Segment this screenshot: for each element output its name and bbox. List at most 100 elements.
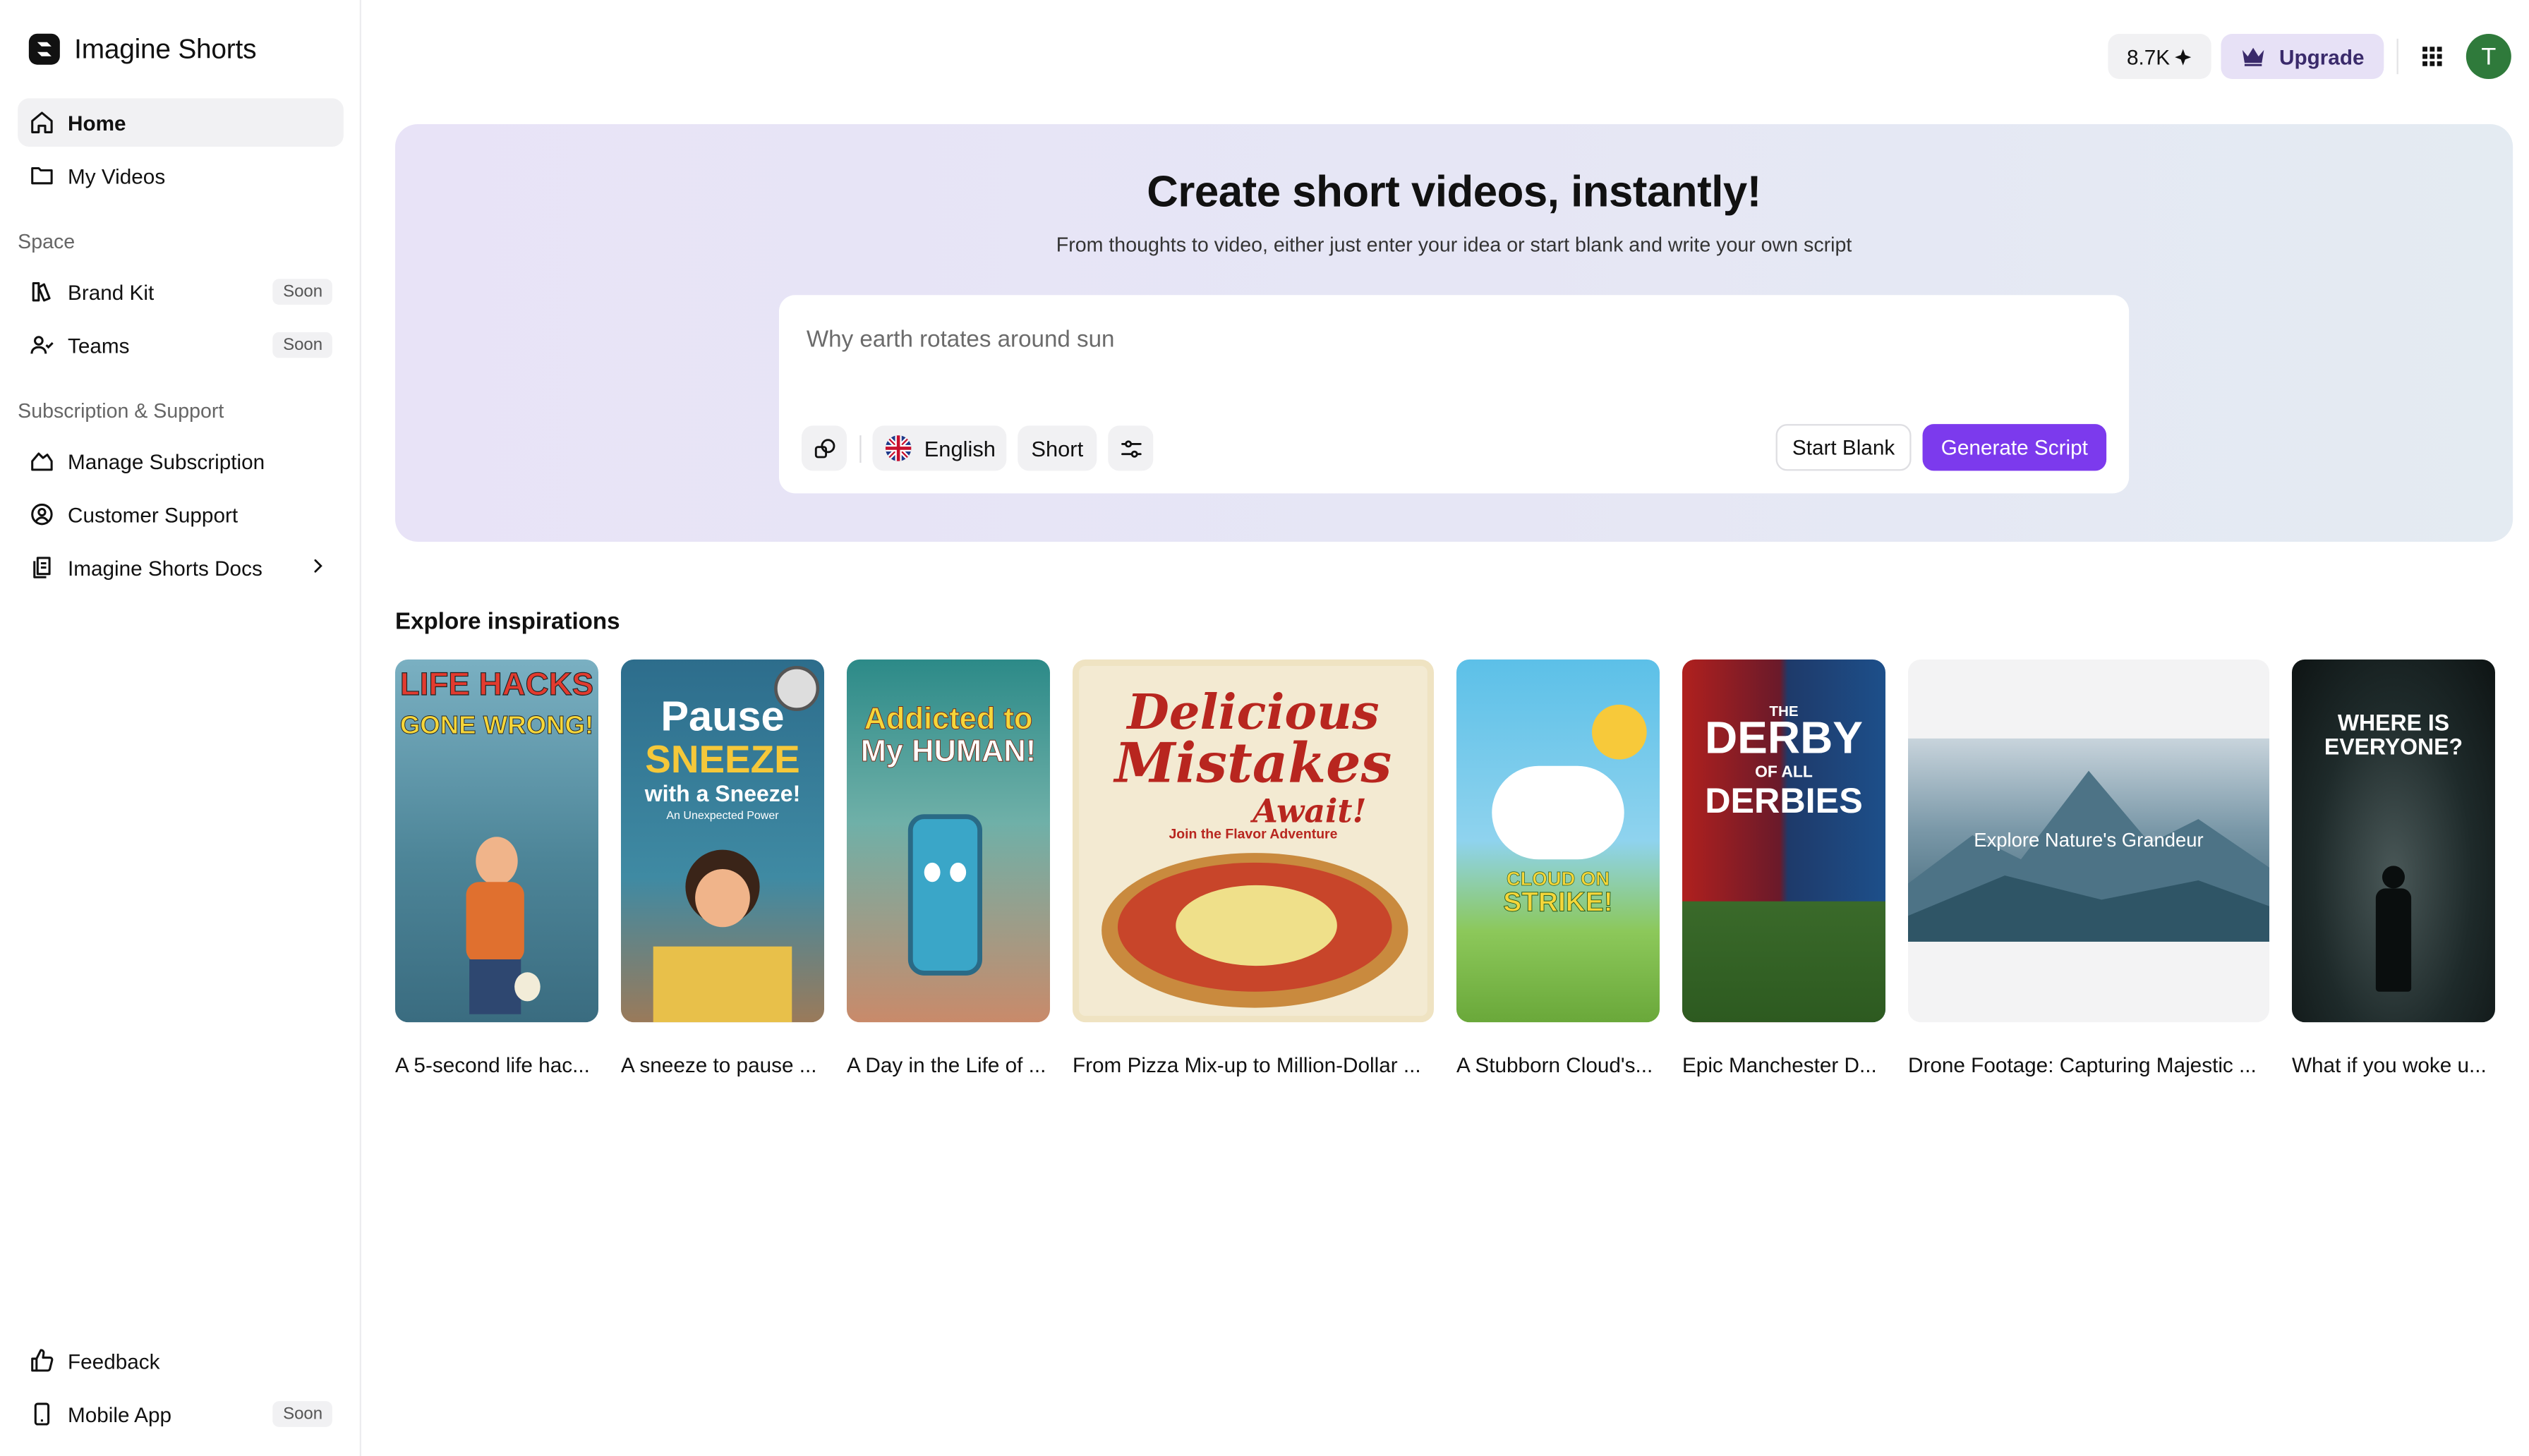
inspiration-card[interactable]: Addicted to My HUMAN!	[846, 659, 1050, 1023]
section-label-space: Space	[18, 230, 76, 253]
teams-icon	[30, 336, 54, 354]
app-root: Imagine Shorts Home My Videos Space Bran…	[0, 0, 2529, 1456]
subscription-icon	[31, 452, 53, 471]
brand-kit-icon	[32, 281, 51, 302]
start-blank-button[interactable]: Start Blank	[1775, 424, 1912, 471]
inspiration-card[interactable]: CLOUD ON STRIKE!	[1456, 659, 1660, 1023]
card-art-tagline: Await!	[1253, 791, 1367, 831]
sidebar-item-docs[interactable]: Imagine Shorts Docs	[18, 543, 344, 592]
sidebar-item-teams[interactable]: Teams Soon	[18, 321, 344, 370]
onion	[514, 972, 541, 1002]
section-label-subscription: Subscription & Support	[18, 399, 224, 423]
credits-value: 8.7K	[2126, 44, 2171, 69]
shapes-icon	[814, 438, 835, 458]
card-art-subtitle: Mistakes	[1114, 732, 1392, 797]
character-legs	[469, 959, 521, 1014]
card-art-caption: An Unexpected Power	[666, 811, 779, 823]
figure-body	[2375, 888, 2412, 992]
sidebar-item-label: Customer Support	[67, 502, 239, 527]
card-art-subtitle: GONE WRONG!	[399, 712, 594, 741]
topbar-divider	[2396, 38, 2398, 75]
length-value: Short	[1031, 436, 1084, 461]
crown-icon	[2243, 47, 2264, 66]
phone-icon	[34, 1402, 50, 1426]
avatar[interactable]: T	[2465, 33, 2511, 79]
settings-button[interactable]	[1108, 425, 1154, 471]
sliders-icon	[1120, 439, 1141, 457]
card-art-subtitle: SNEEZE	[645, 738, 800, 782]
soon-badge: Soon	[273, 1401, 332, 1427]
sidebar-item-label: Imagine Shorts Docs	[67, 555, 262, 580]
sidebar-item-label: Home	[67, 110, 126, 135]
chip-divider	[859, 435, 862, 463]
phone-eye-left	[924, 862, 941, 882]
clock	[774, 665, 820, 711]
phone-eye-right	[950, 862, 967, 882]
sparkle-icon	[2175, 48, 2192, 65]
apps-grid-icon[interactable]	[2418, 42, 2446, 71]
soon-badge: Soon	[273, 279, 332, 305]
character-face	[695, 868, 750, 928]
prompt-box: English Short Start Blank Generate Scrip…	[778, 295, 2130, 494]
inspiration-card[interactable]: WHERE IS EVERYONE?	[2291, 659, 2495, 1023]
credits-button[interactable]: 8.7K	[2108, 33, 2211, 79]
explore-title: Explore inspirations	[394, 609, 620, 636]
hero-panel: Create short videos, instantly! From tho…	[394, 123, 2513, 542]
sidebar-item-label: Brand Kit	[67, 279, 155, 304]
card-art-title: Addicted to	[864, 703, 1033, 737]
upgrade-label: Upgrade	[2278, 44, 2365, 69]
card-caption: Epic Manchester D...	[1682, 1052, 1877, 1077]
pitch	[1682, 901, 1885, 1023]
generate-script-button[interactable]: Generate Script	[1922, 424, 2107, 471]
brand[interactable]: Imagine Shorts	[28, 32, 257, 66]
language-value: English	[924, 436, 996, 461]
card-caption: Drone Footage: Capturing Majestic ...	[1907, 1052, 2257, 1077]
sidebar-item-manage-subscription[interactable]: Manage Subscription	[18, 437, 344, 485]
sidebar: Imagine Shorts Home My Videos Space Bran…	[0, 0, 361, 1456]
card-art-title: Explore Nature's Grandeur	[1974, 828, 2204, 851]
hero-subtitle: From thoughts to video, either just ente…	[1056, 233, 1852, 257]
app-name: Imagine Shorts	[74, 32, 257, 64]
pizza-cheese	[1176, 885, 1337, 966]
sidebar-item-label: Mobile App	[67, 1402, 172, 1426]
sidebar-item-my-videos[interactable]: My Videos	[18, 152, 344, 200]
format-button[interactable]	[801, 425, 847, 471]
inspiration-card[interactable]: LIFE HACKS GONE WRONG!	[394, 659, 598, 1023]
sidebar-item-customer-support[interactable]: Customer Support	[18, 490, 344, 539]
mountain-image: Explore Nature's Grandeur	[1907, 738, 2269, 942]
card-caption: From Pizza Mix-up to Million-Dollar ...	[1072, 1052, 1421, 1077]
uk-flag-icon	[885, 435, 912, 461]
chevron-right-icon	[314, 559, 322, 573]
card-art-caption: Join the Flavor Adventure	[1169, 825, 1338, 842]
logo-icon	[28, 33, 60, 65]
inspiration-card[interactable]: Delicious Mistakes Await! Join the Flavo…	[1072, 659, 1434, 1023]
cloud-character	[1492, 765, 1624, 860]
card-art-title: LIFE HACKS	[399, 667, 594, 703]
language-select[interactable]: English	[872, 425, 1007, 471]
card-caption: A Day in the Life of ...	[846, 1052, 1046, 1077]
sidebar-item-feedback[interactable]: Feedback	[18, 1337, 344, 1385]
card-art-tagline: with a Sneeze!	[644, 780, 801, 806]
idea-input[interactable]	[806, 327, 1936, 353]
docs-icon	[33, 557, 51, 578]
card-caption: What if you woke u...	[2291, 1052, 2487, 1077]
sidebar-item-label: Teams	[67, 332, 130, 358]
phone-character	[907, 814, 982, 976]
folder-icon	[31, 166, 53, 185]
sidebar-item-home[interactable]: Home	[18, 98, 344, 147]
inspiration-card[interactable]: THE DERBY OF ALL DERBIES	[1682, 659, 1885, 1023]
length-select[interactable]: Short	[1018, 425, 1097, 471]
sidebar-item-label: Manage Subscription	[67, 449, 265, 473]
upgrade-button[interactable]: Upgrade	[2221, 33, 2384, 79]
support-icon	[31, 503, 53, 526]
card-art-title: WHERE IS	[2337, 709, 2450, 736]
card-caption: A 5-second life hac...	[394, 1052, 590, 1077]
inspiration-card[interactable]: Explore Nature's Grandeur	[1907, 659, 2269, 1023]
card-art-subtitle: STRIKE!	[1503, 887, 1613, 918]
sidebar-item-brand-kit[interactable]: Brand Kit Soon	[18, 267, 344, 316]
desk	[653, 946, 792, 1023]
thumbs-up-icon	[31, 1349, 54, 1372]
inspiration-card[interactable]: Pause SNEEZE with a Sneeze! An Unexpecte…	[620, 659, 824, 1023]
sidebar-item-mobile-app[interactable]: Mobile App Soon	[18, 1390, 344, 1438]
card-caption: A sneeze to pause ...	[620, 1052, 817, 1077]
